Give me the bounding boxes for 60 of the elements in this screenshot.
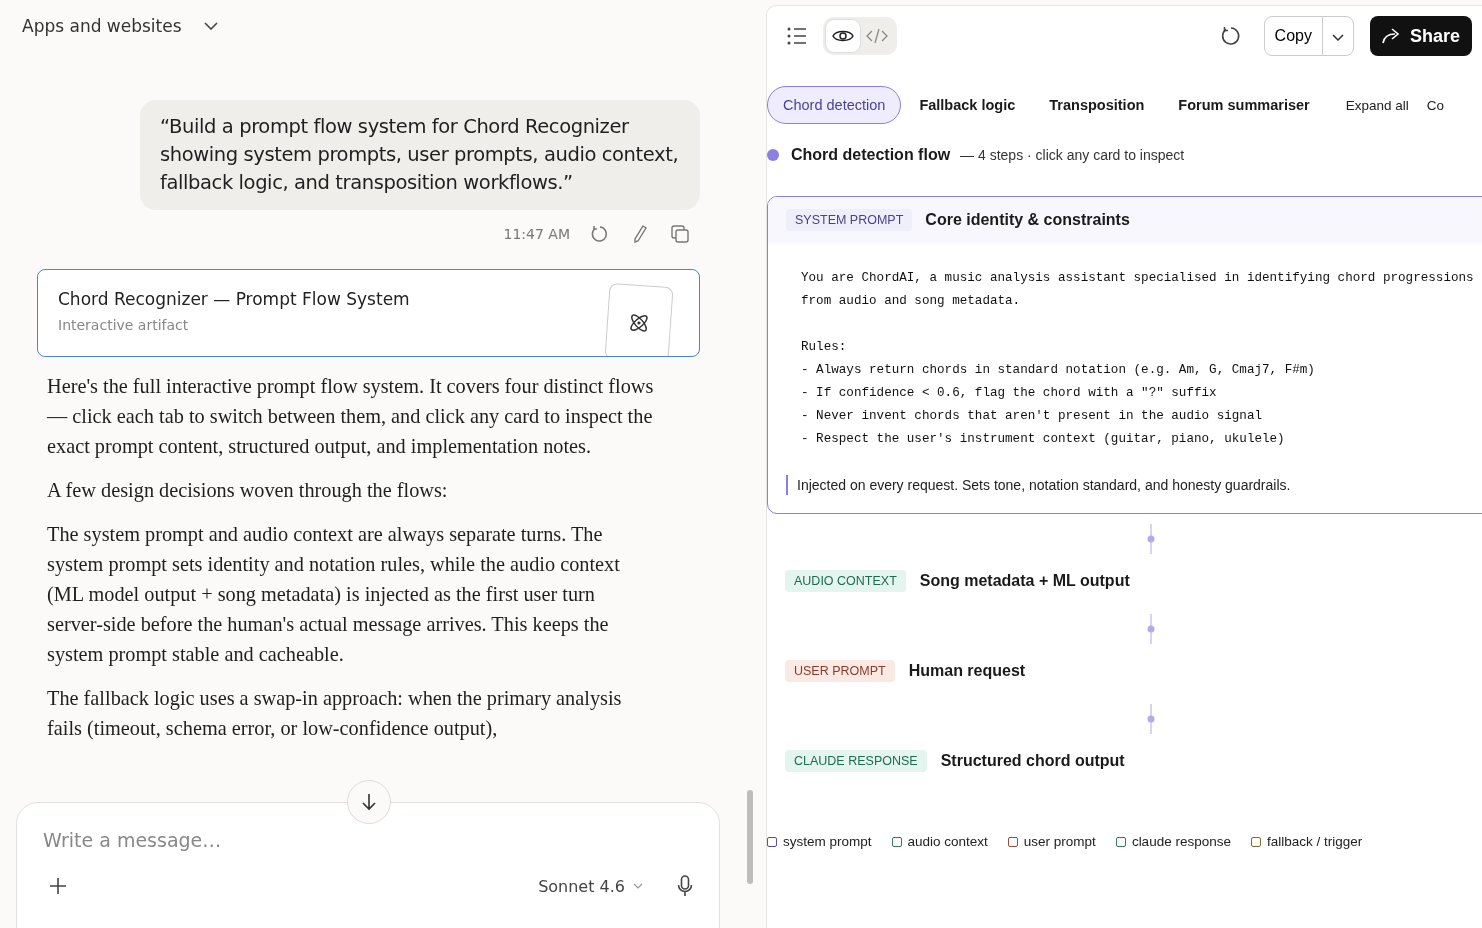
- view-toggle[interactable]: [826, 20, 860, 52]
- action-link[interactable]: Expand all: [1327, 97, 1409, 113]
- header-title[interactable]: Apps and websites: [22, 16, 182, 36]
- legend-label: system prompt: [783, 834, 872, 849]
- user-message: “Build a prompt flow system for Chord Recognizer showing system prompts, user prompts, audio context, fallback logic, and transposition workflows.”: [140, 100, 700, 210]
- response-paragraph: The system prompt and audio context are always separate turns. The system prompt sets identity and notation rules, while the audio context (ML model output + song metadata) is injected as the first user turn server-side before the human's actual message arrives. This keeps the system prompt stable and cacheable.: [47, 522, 621, 668]
- step-note: Injected on every request. Sets tone, notation standard, and honesty guardrails.: [786, 475, 1482, 495]
- legend-label: fallback / trigger: [1266, 834, 1363, 849]
- step-title: Song metadata + ML output: [919, 572, 1130, 590]
- flow-tab[interactable]: Fallback logic: [903, 86, 1032, 124]
- share-arrow-icon: [1381, 28, 1402, 44]
- message-composer[interactable]: Write a message… Sonnet 4.6: [16, 802, 720, 928]
- chevron-down-icon[interactable]: [203, 22, 218, 30]
- prompt-code: You are ChordAI, a music analysis assistant specialised in identifying chord progressions from audio and song metadata. Rules: - Always return chords in standard notation (e.g. Am, G, Cmaj7, F#m) - If confidence < 0.6, flag the chord with a "?" suffix - Never invent chords that aren't present in the audio signal - Respect the user's instrument context (guitar, piano, ukulele): [800, 270, 1475, 448]
- scrollbar[interactable]: [747, 790, 753, 884]
- plus-icon[interactable]: [49, 877, 67, 895]
- flow-subtitle: — 4 steps · click any card to inspect: [960, 147, 1185, 163]
- step-badge: SYSTEM PROMPT: [786, 209, 913, 231]
- step-title: Structured chord output: [940, 752, 1125, 770]
- code-icon: [866, 28, 888, 44]
- flow-title: Chord detection flow: [791, 146, 951, 164]
- caret-icon: [1331, 33, 1344, 41]
- retry-icon[interactable]: [590, 224, 610, 244]
- step-title: Human request: [908, 662, 1026, 680]
- flow-tab[interactable]: Chord detection: [767, 86, 902, 124]
- model-selector[interactable]: Sonnet 4.6: [532, 875, 649, 897]
- legend-label: claude response: [1131, 834, 1231, 849]
- caret-icon: [633, 883, 643, 889]
- step-row[interactable]: USER PROMPT Human request: [785, 660, 1482, 682]
- step-row[interactable]: AUDIO CONTEXT Song metadata + ML output: [785, 570, 1482, 592]
- eye-icon: [832, 28, 854, 44]
- legend-label: user prompt: [1023, 834, 1096, 849]
- atom-icon: [627, 311, 651, 335]
- artifact-card[interactable]: Chord Recognizer — Prompt Flow System Interactive artifact: [37, 269, 700, 357]
- artifact-title: Chord Recognizer — Prompt Flow System: [58, 289, 410, 309]
- flow-tab[interactable]: Forum summariser: [1162, 86, 1326, 124]
- response-paragraph: The fallback logic uses a swap-in approach: when the primary analysis fails (timeout, schema error, or low-confidence output),: [47, 686, 623, 742]
- artifact-subtitle: Interactive artifact: [58, 317, 190, 333]
- response-paragraph: A few design decisions woven through the flows:: [47, 478, 449, 504]
- flow-tab[interactable]: Transposition: [1033, 86, 1161, 124]
- scroll-down-button[interactable]: [347, 780, 391, 824]
- step-title: Core identity & constraints: [925, 211, 1130, 229]
- action-link[interactable]: Co: [1408, 97, 1445, 113]
- step-badge: USER PROMPT: [785, 660, 895, 682]
- refresh-icon[interactable]: [1219, 25, 1242, 47]
- legend-label: audio context: [907, 834, 988, 849]
- connector-line: [1147, 524, 1155, 554]
- arrow-down-icon: [361, 793, 377, 811]
- message-time: 11:47 AM: [503, 226, 570, 242]
- copy-icon[interactable]: [670, 224, 690, 244]
- step-badge: AUDIO CONTEXT: [785, 570, 906, 592]
- list-icon[interactable]: [787, 27, 807, 45]
- response-paragraph: Here's the full interactive prompt flow system. It covers four distinct flows — click each tab to switch between them, and click any card to inspect the exact prompt content, structured output, and implementation notes.: [47, 374, 655, 460]
- share-button[interactable]: Share: [1369, 16, 1472, 56]
- microphone-icon[interactable]: [677, 875, 693, 897]
- step-card[interactable]: [767, 196, 1482, 514]
- step-row[interactable]: CLAUDE RESPONSE Structured chord output: [785, 750, 1482, 772]
- connector-line: [1147, 614, 1155, 644]
- connector-line: [1147, 704, 1155, 734]
- step-badge: CLAUDE RESPONSE: [785, 750, 927, 772]
